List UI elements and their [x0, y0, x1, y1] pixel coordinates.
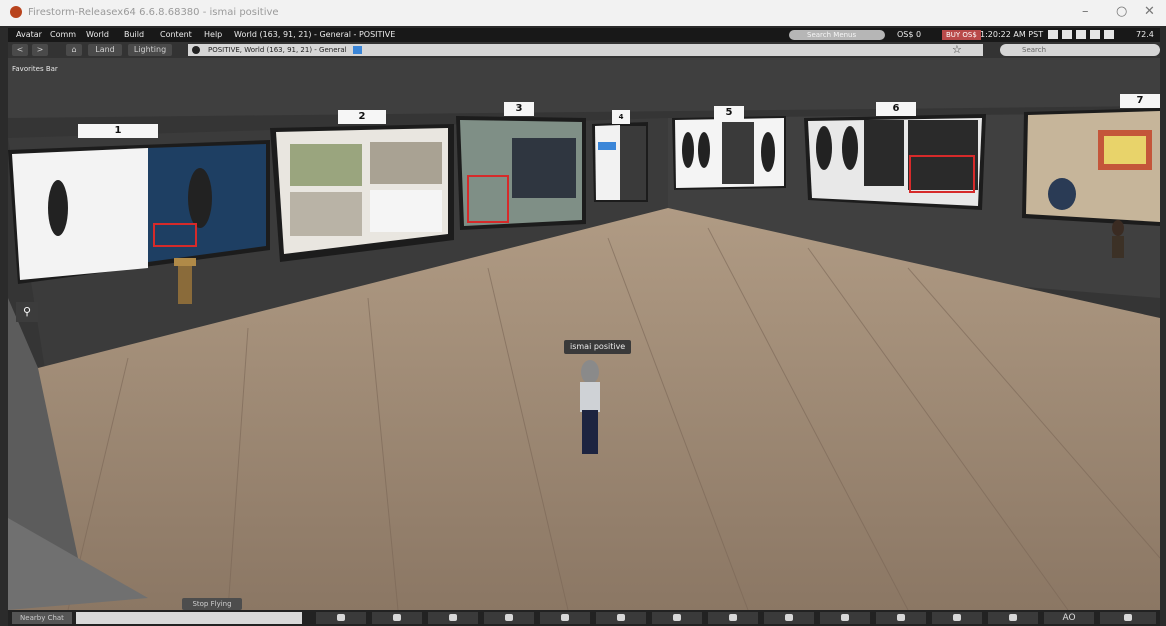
slide-7-figure: [1048, 178, 1076, 210]
place-pin-icon[interactable]: ⚲: [16, 302, 38, 322]
slide-2-thumb-3: [290, 192, 362, 236]
inventory-icon[interactable]: [316, 612, 366, 624]
menu-bar: Avatar Comm World Build Content Help Wor…: [8, 28, 1160, 42]
stop-flying-button[interactable]: Stop Flying: [182, 598, 242, 610]
land-button[interactable]: Land: [88, 44, 122, 56]
user-avatar[interactable]: [580, 360, 600, 454]
close-button[interactable]: ✕: [1144, 4, 1155, 19]
slide-2-thumb-2: [370, 142, 442, 184]
window-titlebar: Firestorm-Releasex64 6.6.8.68380 - ismai…: [0, 0, 1166, 26]
menu-avatar[interactable]: Avatar: [16, 28, 42, 42]
scene-render: [8, 58, 1160, 610]
fps-text: 72.4: [1136, 30, 1154, 39]
ao-button[interactable]: AO: [1044, 612, 1094, 624]
slide-2-thumb-4: [370, 190, 442, 232]
slide-5-figure: [682, 132, 694, 168]
search-menus-input[interactable]: Search Menus: [789, 30, 885, 40]
slide-1-figure: [48, 180, 68, 236]
music-icon[interactable]: [1076, 30, 1086, 39]
balance-text: OS$ 0: [897, 30, 922, 39]
lighting-button[interactable]: Lighting: [128, 44, 172, 56]
profile-icon[interactable]: [988, 612, 1038, 624]
appearance-icon[interactable]: [708, 612, 758, 624]
favorites-bar: Favorites Bar: [12, 65, 58, 73]
slide-4-blue: [598, 142, 616, 150]
slide-6-figure-2: [842, 126, 858, 170]
panel-number-6: 6: [876, 102, 916, 116]
info-icon[interactable]: [192, 46, 200, 54]
slide-5-figure-3: [761, 132, 775, 172]
panel-number-1: 1: [78, 124, 158, 138]
panel-number-5: 5: [714, 106, 744, 120]
navigation-bar: < > ⌂ Land Lighting POSITIVE, World (163…: [8, 42, 1160, 58]
bottom-toolbar: Nearby Chat AO: [8, 610, 1160, 626]
panel-number-2: 2: [338, 110, 386, 124]
walk-icon[interactable]: [540, 612, 590, 624]
slide-7-art: [1104, 136, 1146, 164]
chat-input[interactable]: [76, 612, 302, 624]
headset-icon[interactable]: [484, 612, 534, 624]
media-icon[interactable]: [1090, 30, 1100, 39]
voice-icon[interactable]: [428, 612, 478, 624]
other-avatar-body: [1112, 236, 1124, 258]
chat-bubble-icon[interactable]: [372, 612, 422, 624]
slide-5-panel: [722, 122, 754, 184]
back-button[interactable]: <: [12, 44, 28, 56]
avatar-nametag: ismai positive: [564, 340, 632, 354]
panel-number-7: 7: [1120, 94, 1160, 108]
location-text: POSITIVE, World (163, 91, 21) - General: [208, 46, 347, 54]
menu-build[interactable]: Build: [124, 28, 144, 42]
snapshot-icon[interactable]: [932, 612, 982, 624]
maximize-button[interactable]: ○: [1116, 4, 1127, 19]
location-badge-icon[interactable]: [352, 46, 362, 54]
slide-6-panel-a: [864, 120, 904, 186]
firestorm-app-icon: [10, 6, 22, 18]
buy-currency-button[interactable]: BUY OS$: [942, 30, 981, 40]
menu-world[interactable]: World: [86, 28, 109, 42]
slide-panel-4: [595, 125, 620, 200]
menu-location-text: World (163, 91, 21) - General - POSITIVE: [234, 30, 396, 39]
slide-panel-1-left: [12, 148, 148, 280]
minimap-icon[interactable]: [876, 612, 926, 624]
other-avatar-head: [1112, 220, 1124, 236]
home-icon[interactable]: ⌂: [66, 44, 82, 56]
search-icon[interactable]: [764, 612, 814, 624]
camera-view-icon[interactable]: [596, 612, 646, 624]
menu-content[interactable]: Content: [160, 28, 192, 42]
menu-help[interactable]: Help: [204, 28, 222, 42]
minimize-button[interactable]: –: [1082, 4, 1089, 19]
slide-1-figure-2: [188, 168, 212, 228]
volume-icon[interactable]: [1104, 30, 1114, 39]
star-favorite-icon[interactable]: ☆: [952, 43, 962, 57]
window-title: Firestorm-Releasex64 6.6.8.68380 - ismai…: [28, 7, 279, 18]
search-input[interactable]: Search: [1000, 44, 1160, 56]
slide-6-figure: [816, 126, 832, 170]
3d-world-view[interactable]: 1 2 3 4 5 6 7 ismai positive ⚲: [8, 58, 1160, 610]
slide-2-thumb-1: [290, 144, 362, 186]
monitor-icon[interactable]: [1062, 30, 1072, 39]
camera-icon[interactable]: [1048, 30, 1058, 39]
slide-4-dark: [620, 126, 646, 200]
slide-3-window: [512, 138, 576, 198]
more-icon[interactable]: [1100, 612, 1156, 624]
forward-button[interactable]: >: [32, 44, 48, 56]
slide-5-figure-2: [698, 132, 710, 168]
menu-comm[interactable]: Comm: [50, 28, 76, 42]
clock-text: 1:20:22 AM PST: [980, 30, 1044, 39]
nearby-chat-button[interactable]: Nearby Chat: [12, 612, 72, 624]
panel-number-3: 3: [504, 102, 534, 116]
map-icon[interactable]: [820, 612, 870, 624]
panel-number-4: 4: [612, 110, 630, 124]
location-input[interactable]: POSITIVE, World (163, 91, 21) - General: [188, 44, 983, 56]
people-icon[interactable]: [652, 612, 702, 624]
pedestal-top: [174, 258, 196, 266]
